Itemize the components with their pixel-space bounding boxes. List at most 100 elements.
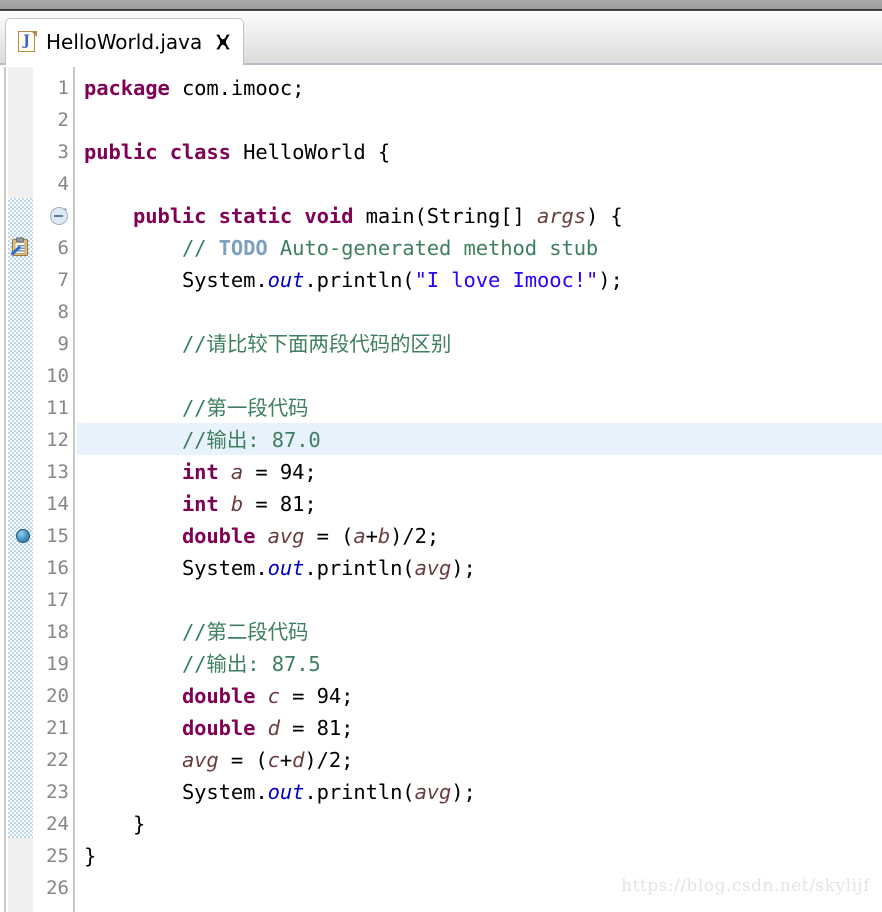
code-fold-collapse-icon[interactable] — [50, 207, 68, 225]
window-top-strip — [0, 0, 882, 11]
breakpoint-icon[interactable] — [16, 529, 30, 543]
eclipse-editor-window: J HelloWorld.java 1 2 3 4 6 7 8 9 10 11 … — [0, 0, 882, 912]
code-token: System. — [181, 780, 268, 804]
line-number: 15 — [46, 525, 69, 547]
code-token: public class — [84, 140, 244, 164]
annotation-ruler[interactable] — [8, 67, 68, 912]
code-token: = ( — [218, 748, 268, 772]
code-token: ); — [451, 780, 476, 804]
code-line[interactable]: int a = 94; — [84, 456, 317, 488]
java-file-icon-letter: J — [23, 33, 30, 49]
line-number: 22 — [46, 749, 69, 771]
editor-tab-bar: J HelloWorld.java — [0, 13, 882, 65]
code-token: .println( — [304, 556, 415, 580]
line-number: 7 — [57, 269, 69, 291]
code-token: out — [267, 780, 305, 804]
folding-region-highlight — [8, 198, 33, 838]
code-token: //第二段代码 — [181, 620, 309, 644]
code-token: System. — [181, 556, 268, 580]
code-line[interactable]: } — [84, 808, 145, 840]
code-token: c — [267, 684, 280, 708]
code-token: double — [181, 684, 268, 708]
todo-task-icon[interactable] — [9, 236, 31, 258]
code-token: = 94; — [243, 460, 317, 484]
code-line[interactable]: double d = 81; — [84, 712, 354, 744]
line-number: 21 — [46, 717, 69, 739]
code-token: ); — [451, 556, 476, 580]
code-line[interactable]: public static void main(String[] args) { — [84, 200, 623, 232]
code-line[interactable]: } — [84, 840, 96, 872]
code-token: = 94; — [279, 684, 354, 708]
code-line[interactable]: //请比较下面两段代码的区别 — [84, 328, 451, 360]
code-line[interactable]: double c = 94; — [84, 680, 354, 712]
code-token: .println( — [304, 780, 415, 804]
line-number-ruler: 1234567891011121314151617181920212223242… — [33, 67, 75, 912]
line-number: 13 — [46, 461, 69, 483]
code-line[interactable]: int b = 81; — [84, 488, 317, 520]
line-number: 18 — [46, 621, 69, 643]
code-line[interactable]: public class HelloWorld { — [84, 136, 390, 168]
code-token: public static void — [132, 204, 366, 228]
code-line[interactable]: package com.imooc; — [84, 72, 304, 104]
code-line[interactable]: // TODO Auto-generated method stub — [84, 232, 598, 264]
code-token: double — [181, 524, 268, 548]
code-token: //输出: 87.0 — [181, 428, 321, 452]
java-file-icon: J — [18, 31, 37, 53]
code-token: ) { — [585, 204, 623, 228]
code-line[interactable]: System.out.println(avg); — [84, 552, 476, 584]
line-number: 20 — [46, 685, 69, 707]
code-token: TODO — [218, 236, 268, 260]
code-token: )/2; — [390, 524, 440, 548]
code-canvas[interactable]: package com.imooc; public class HelloWorl… — [77, 67, 882, 912]
watermark-text: https://blog.csdn.net/skylijf — [621, 876, 870, 896]
code-token: .println( — [304, 268, 415, 292]
code-token: d — [267, 716, 280, 740]
line-number: 12 — [46, 429, 69, 451]
code-token: d — [292, 748, 305, 772]
line-number: 26 — [46, 877, 69, 899]
code-token: = ( — [304, 524, 354, 548]
code-token: int — [181, 460, 231, 484]
code-line[interactable]: //第二段代码 — [84, 616, 309, 648]
code-token: a — [230, 460, 244, 484]
code-token: out — [267, 268, 305, 292]
close-icon[interactable] — [213, 32, 233, 52]
code-token: } — [84, 812, 146, 836]
code-editor[interactable]: 1234567891011121314151617181920212223242… — [0, 67, 882, 912]
code-line[interactable]: //输出: 87.5 — [84, 648, 321, 680]
code-token: main(String[] — [365, 204, 537, 228]
code-line[interactable]: //输出: 87.0 — [84, 424, 321, 456]
code-token: = 81; — [243, 492, 317, 516]
editor-tab-helloworld-java[interactable]: J HelloWorld.java — [5, 18, 245, 65]
line-number: 3 — [57, 141, 69, 163]
code-line[interactable]: //第一段代码 — [84, 392, 309, 424]
line-number: 6 — [57, 237, 69, 259]
code-token: int — [181, 492, 231, 516]
code-token: + — [365, 524, 378, 548]
code-token: } — [84, 844, 97, 868]
code-line[interactable]: System.out.println(avg); — [84, 776, 476, 808]
code-line[interactable]: double avg = (a+b)/2; — [84, 520, 439, 552]
line-number: 2 — [57, 109, 69, 131]
code-token: //请比较下面两段代码的区别 — [181, 332, 452, 356]
code-token: )/2; — [304, 748, 354, 772]
code-token: b — [230, 492, 244, 516]
code-line[interactable]: avg = (c+d)/2; — [84, 744, 354, 776]
code-token: c — [267, 748, 280, 772]
line-number: 10 — [46, 365, 69, 387]
editor-left-margin — [0, 67, 6, 912]
editor-tab-label: HelloWorld.java — [46, 30, 203, 54]
code-line[interactable]: System.out.println("I love Imooc!"); — [84, 264, 623, 296]
